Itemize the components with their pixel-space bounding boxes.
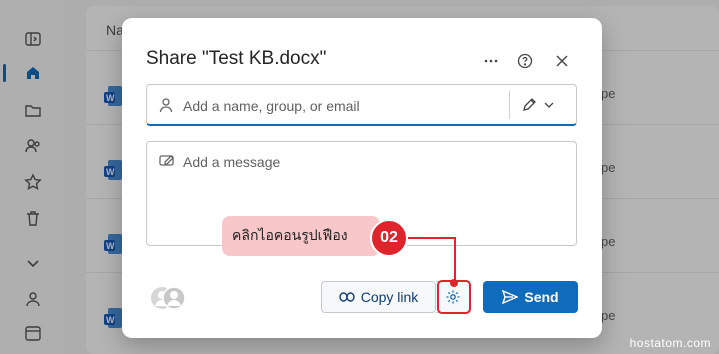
watermark: hostatom.com [629, 336, 711, 350]
close-button[interactable] [551, 50, 573, 72]
send-label: Send [524, 289, 559, 305]
send-icon [502, 290, 519, 304]
copy-link-button[interactable]: Copy link [321, 281, 436, 313]
share-dialog: Share "Test KB.docx" Copy link [122, 18, 602, 338]
send-button[interactable]: Send [483, 281, 578, 313]
pointer-dot [450, 279, 458, 287]
more-icon [484, 59, 498, 63]
instruction-callout: คลิกไอคอนรูปเฟือง [222, 216, 380, 256]
help-button[interactable] [514, 50, 536, 72]
pointer-line [454, 237, 456, 283]
pencil-icon [523, 98, 536, 111]
callout-text: คลิกไอคอนรูปเฟือง [232, 228, 348, 244]
permission-dropdown[interactable] [521, 94, 567, 116]
person-icon [159, 97, 173, 118]
recipients-field[interactable] [146, 84, 577, 126]
pointer-line [408, 237, 455, 239]
recipients-input[interactable] [181, 94, 505, 118]
shared-with-avatars[interactable] [150, 286, 190, 310]
dialog-title: Share "Test KB.docx" [146, 48, 327, 69]
step-badge: 02 [370, 219, 408, 257]
more-options-button[interactable] [480, 50, 502, 72]
help-icon [517, 53, 533, 69]
copy-link-label: Copy link [360, 289, 419, 305]
chevron-down-icon [544, 102, 554, 108]
link-icon [339, 292, 355, 302]
edit-icon [159, 153, 175, 172]
close-icon [556, 55, 568, 67]
field-divider [509, 91, 510, 119]
